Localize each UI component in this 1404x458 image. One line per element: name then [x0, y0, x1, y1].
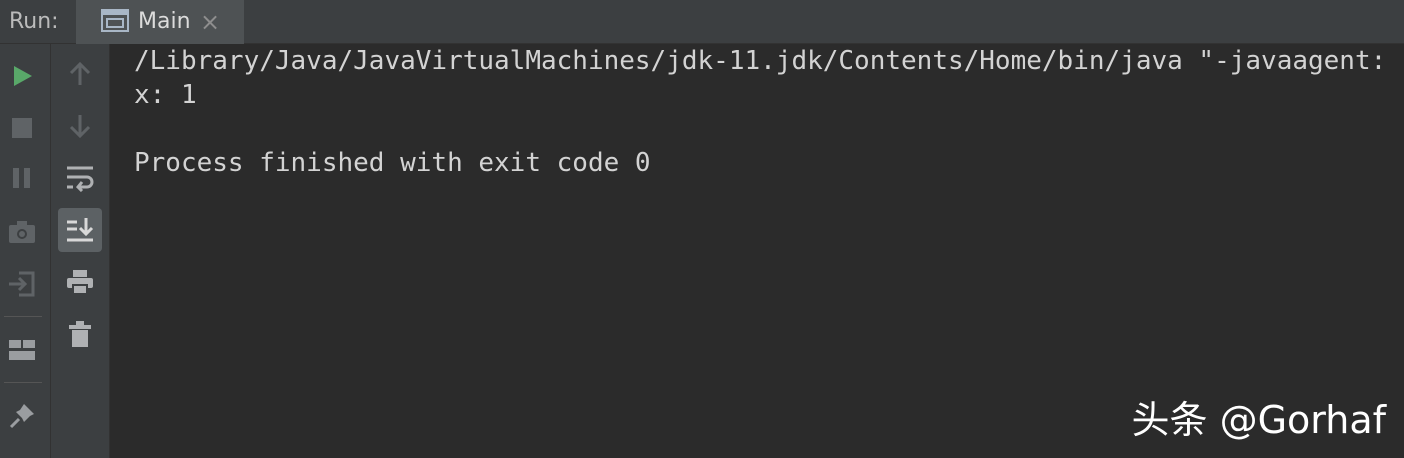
console-line: x: 1	[134, 80, 197, 110]
run-toolbar-secondary	[51, 44, 110, 458]
tab-main-label: Main	[138, 9, 191, 34]
tab-main[interactable]: Main ×	[76, 0, 244, 44]
console-window-icon	[101, 9, 129, 32]
toolbar-separator	[4, 316, 42, 317]
next-occurrence-button[interactable]	[58, 104, 102, 148]
previous-occurrence-button[interactable]	[58, 52, 102, 96]
print-icon	[67, 270, 93, 295]
arrow-up-icon	[69, 61, 91, 85]
dump-threads-button[interactable]	[0, 210, 44, 254]
run-tool-window: Run: Main × /Library/Java/JavaVirtualMac…	[0, 0, 1404, 458]
soft-wrap-button[interactable]	[58, 156, 102, 200]
exit-button[interactable]	[0, 262, 44, 306]
clear-all-button[interactable]	[58, 312, 102, 356]
run-toolbar-primary	[0, 44, 51, 458]
soft-wrap-icon	[67, 166, 94, 192]
toolbar-separator	[4, 382, 42, 383]
watermark: 头条 @Gorhaf	[1131, 398, 1386, 442]
layout-icon	[9, 340, 35, 360]
scroll-to-end-icon	[67, 218, 94, 242]
trash-icon	[69, 321, 91, 347]
rerun-icon	[14, 66, 32, 86]
restore-layout-button[interactable]	[0, 328, 44, 372]
exit-icon	[9, 271, 35, 297]
arrow-down-icon	[69, 115, 91, 139]
tab-close-icon[interactable]: ×	[200, 0, 220, 44]
stop-button[interactable]	[0, 106, 44, 150]
pause-icon	[13, 168, 30, 188]
pause-button[interactable]	[0, 156, 44, 200]
print-button[interactable]	[58, 260, 102, 304]
camera-icon	[9, 221, 35, 243]
run-label: Run:	[9, 9, 59, 34]
console-line: Process finished with exit code 0	[134, 148, 651, 178]
pin-icon	[9, 404, 34, 429]
rerun-button[interactable]	[0, 54, 44, 98]
stop-icon	[12, 118, 32, 138]
run-tab-bar: Run: Main ×	[0, 0, 1404, 44]
pin-button[interactable]	[0, 394, 44, 438]
console-line: /Library/Java/JavaVirtualMachines/jdk-11…	[134, 46, 1387, 76]
scroll-to-end-button[interactable]	[58, 208, 102, 252]
